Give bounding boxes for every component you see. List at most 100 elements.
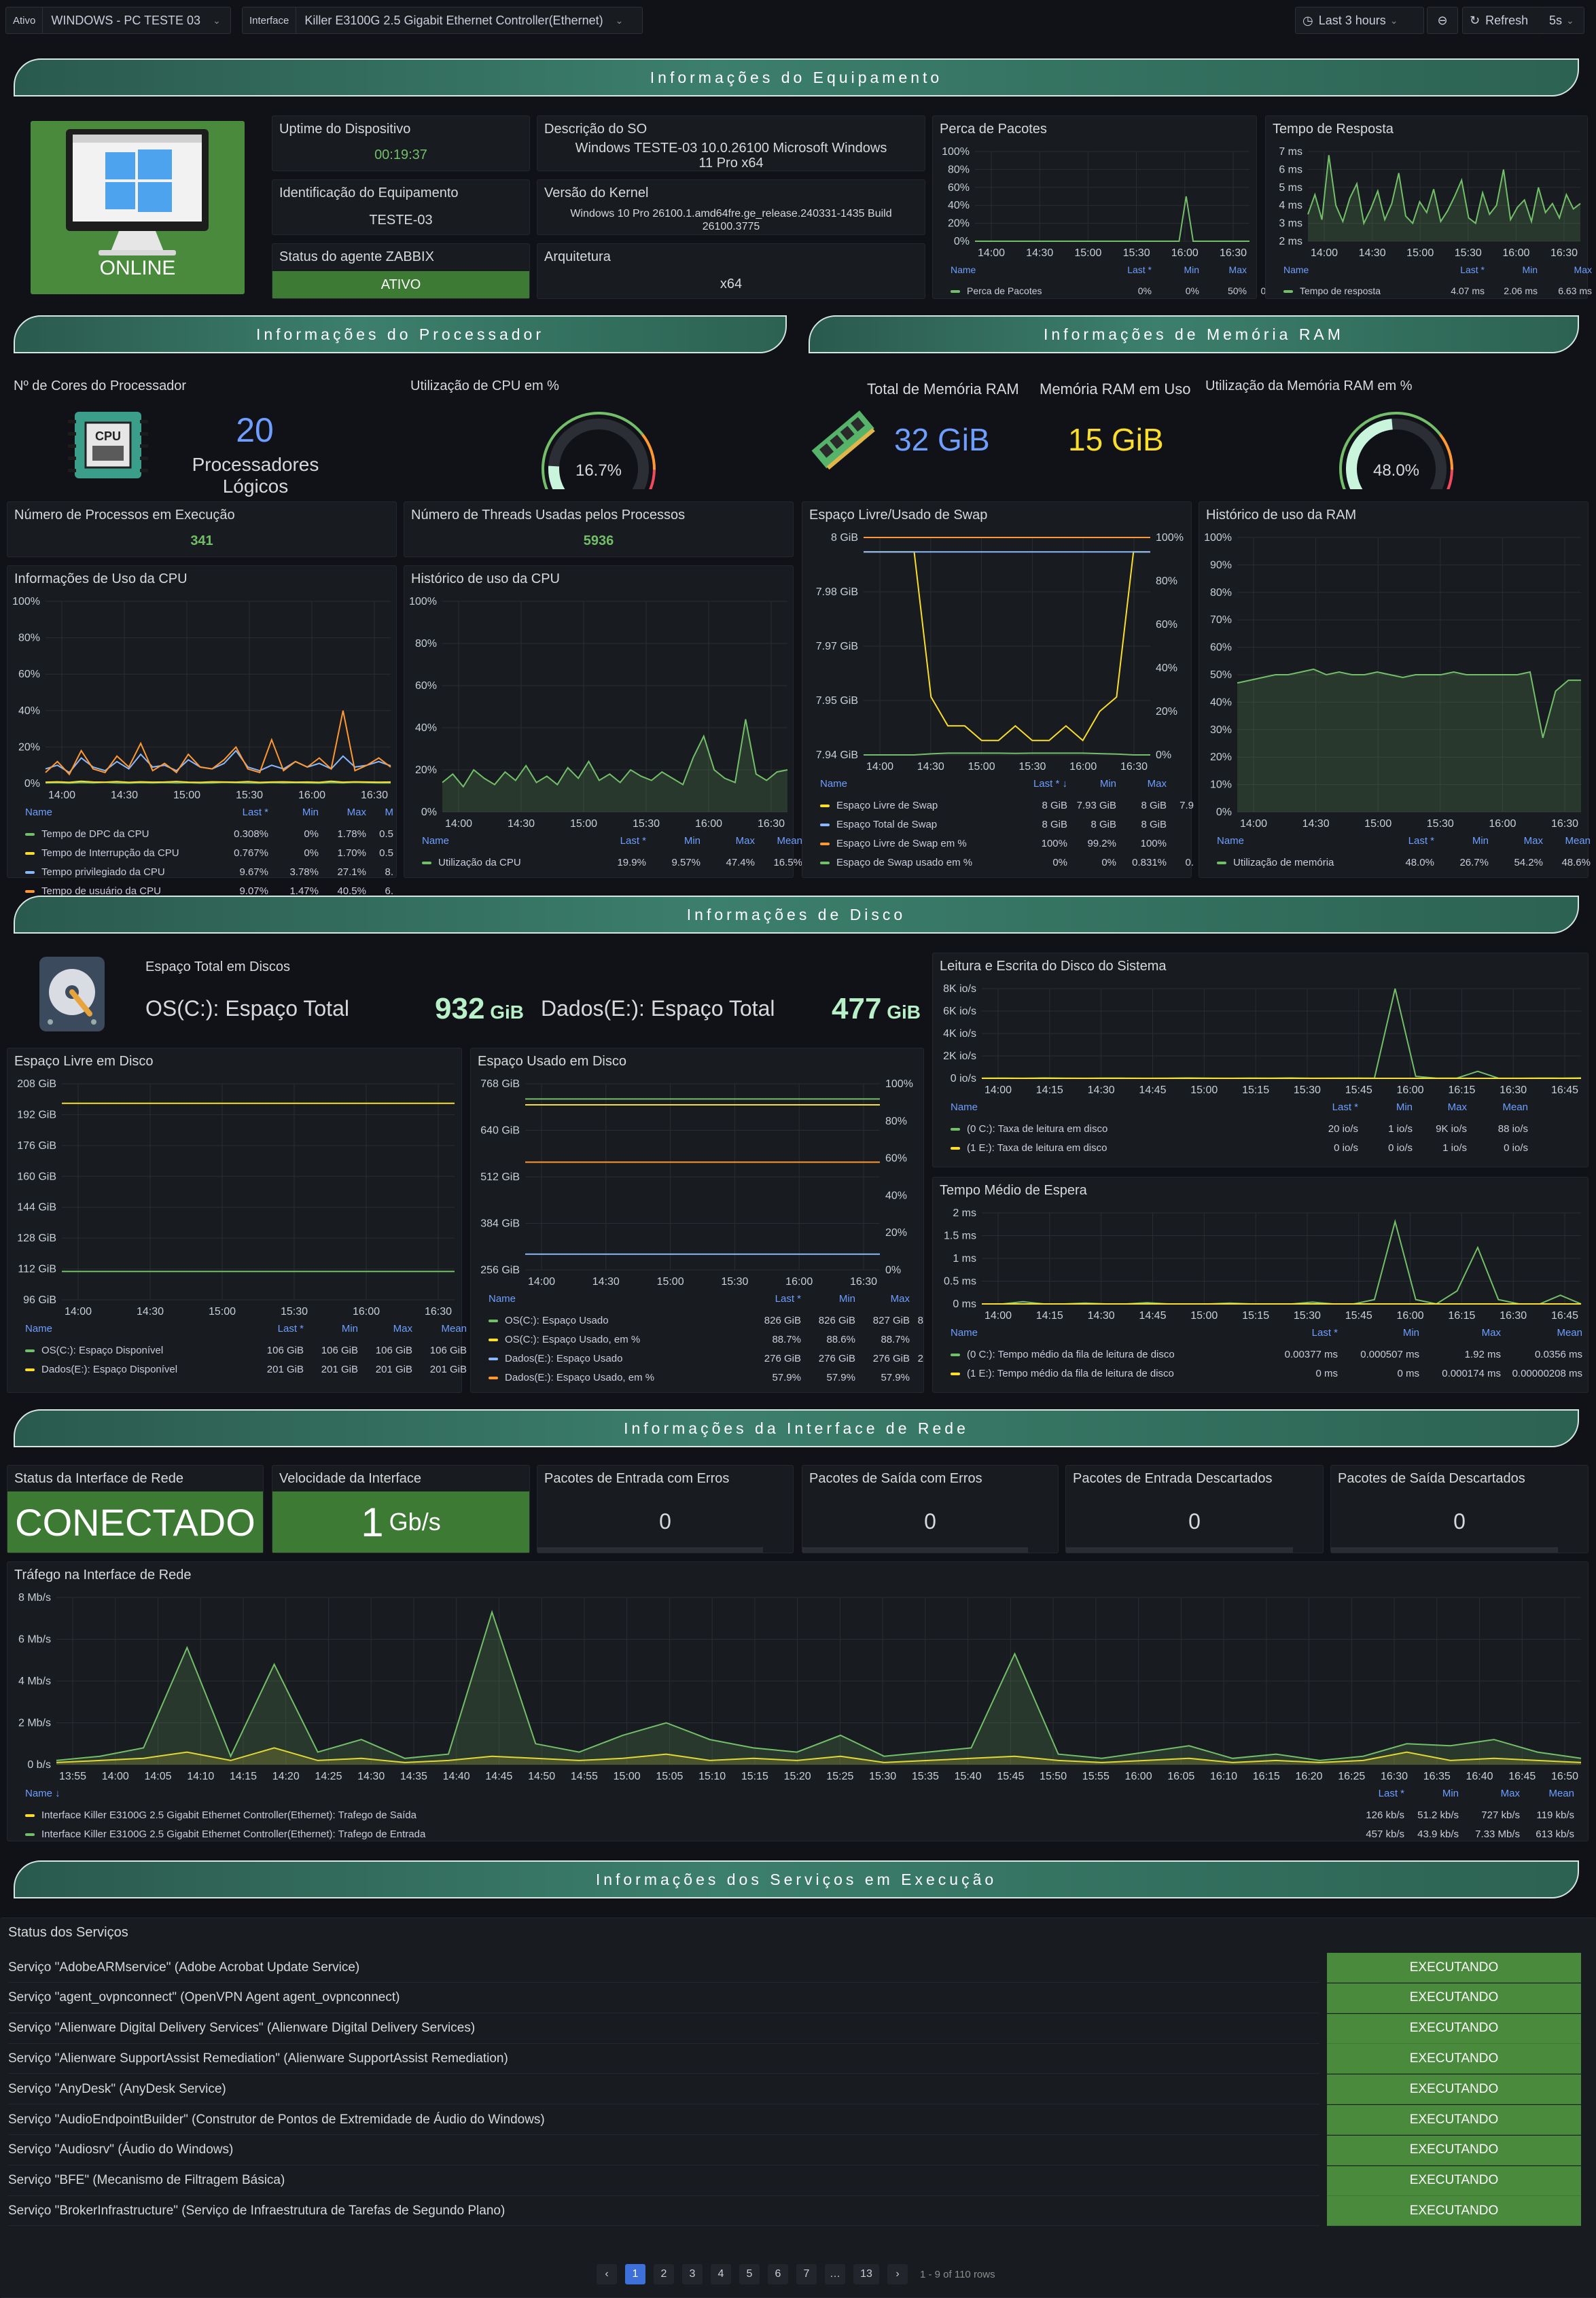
legend-header-cell[interactable]: Min: [1404, 1788, 1459, 1799]
ativo-variable[interactable]: Ativo WINDOWS - PC TESTE 03 ⌄: [5, 7, 231, 34]
service-row[interactable]: Serviço "BrokerInfrastructure" (Serviço …: [8, 2196, 1319, 2227]
legend-header-cell[interactable]: Max: [1489, 835, 1543, 847]
service-row[interactable]: Serviço "AudioEndpointBuilder" (Construt…: [8, 2105, 1319, 2135]
legend-header-cell[interactable]: Mean: [1543, 835, 1591, 847]
pagination-page-6[interactable]: 6: [768, 2264, 788, 2284]
legend-row[interactable]: Dados(E:): Espaço Usado, em % 57.9% 57.9% 5…: [489, 1372, 914, 1391]
legend-row[interactable]: Interface Killer E3100G 2.5 Gigabit Ethe…: [25, 1828, 1578, 1848]
legend-row[interactable]: Dados(E:): Espaço Disponível 201 GiB 201 G…: [25, 1364, 467, 1383]
service-row[interactable]: Serviço "Audiosrv" (Áudio do Windows): [8, 2136, 1319, 2166]
legend-header-cell[interactable]: Name: [951, 264, 1093, 275]
legend-row[interactable]: Espaço Total de Swap 8 GiB 8 GiB 8 GiB: [820, 819, 1182, 838]
legend-row[interactable]: Tempo de Interrupção da CPU 0.767% 0% 1.70%…: [25, 847, 393, 866]
pagination-page-2[interactable]: 2: [654, 2264, 674, 2284]
service-row[interactable]: Serviço "Alienware Digital Delivery Serv…: [8, 2014, 1319, 2044]
pagination-page-7[interactable]: 7: [796, 2264, 817, 2284]
legend-row[interactable]: Perca de Pacotes0%0%50%0.5: [951, 285, 1274, 304]
legend-header-cell[interactable]: Min: [1434, 835, 1489, 847]
legend-header-cell[interactable]: Last *: [1380, 835, 1434, 847]
legend-row[interactable]: Tempo privilegiado da CPU 9.67% 3.78% 27.1%…: [25, 866, 393, 885]
legend-header-cell[interactable]: Name: [25, 1323, 249, 1334]
legend-header-cell[interactable]: Last * ↓: [1010, 778, 1067, 790]
refresh-interval-select[interactable]: 5s ⌄: [1542, 7, 1584, 34]
legend-row[interactable]: Espaço de Swap usado em % 0% 0% 0.831% 0.: [820, 857, 1194, 876]
pagination-next-button[interactable]: ›: [887, 2264, 908, 2284]
refresh-button[interactable]: ↻ Refresh: [1462, 7, 1553, 34]
legend-header-cell[interactable]: M: [366, 807, 394, 818]
legend-header-cell[interactable]: Min: [1358, 1101, 1413, 1113]
legend-row[interactable]: Tempo de DPC da CPU 0.308% 0% 1.78% 0.5: [25, 828, 393, 847]
legend-header-cell[interactable]: Last *: [1350, 1788, 1404, 1799]
interface-select[interactable]: Killer E3100G 2.5 Gigabit Ethernet Contr…: [296, 14, 611, 28]
legend-header-cell[interactable]: Name: [489, 1293, 747, 1305]
legend-header-cell[interactable]: Name: [1217, 835, 1380, 847]
legend-header-cell[interactable]: Mean: [1501, 1327, 1582, 1339]
legend-header-cell[interactable]: Min: [646, 835, 701, 847]
legend-header-cell[interactable]: Last *: [592, 835, 646, 847]
legend-header-cell[interactable]: Min: [1485, 264, 1538, 275]
legend-header-cell[interactable]: Last *: [249, 1323, 304, 1334]
pagination-page-3[interactable]: 3: [682, 2264, 703, 2284]
legend-header-cell[interactable]: Last *: [1093, 264, 1152, 275]
legend-row[interactable]: OS(C:): Espaço Usado 826 GiB 826 GiB 827 Gi…: [489, 1315, 923, 1334]
legend-header-cell[interactable]: Max: [1199, 264, 1247, 275]
legend-row[interactable]: (1 E:): Tempo médio da fila de leitura d…: [951, 1368, 1582, 1387]
legend-header-cell[interactable]: Name: [951, 1101, 1290, 1113]
service-row[interactable]: Serviço "agent_ovpnconnect" (OpenVPN Age…: [8, 1983, 1319, 2013]
service-row[interactable]: Serviço "AnyDesk" (AnyDesk Service): [8, 2074, 1319, 2105]
legend-row[interactable]: OS(C:): Espaço Disponível 106 GiB 106 GiB 1…: [25, 1345, 467, 1364]
legend-header-cell[interactable]: Min: [801, 1293, 855, 1305]
legend-header-cell[interactable]: Max: [1116, 778, 1167, 790]
legend-header-cell[interactable]: Max: [1459, 1788, 1520, 1799]
legend-header-cell[interactable]: Min: [304, 1323, 358, 1334]
legend-header-cell[interactable]: Last *: [1426, 264, 1485, 275]
legend-header-cell[interactable]: Last *: [1290, 1101, 1358, 1113]
service-row[interactable]: Serviço "BFE" (Mecanismo de Filtragem Bá…: [8, 2166, 1319, 2196]
pagination-ellipsis[interactable]: …: [825, 2264, 845, 2284]
legend-row[interactable]: (0 C:): Taxa de leitura em disco 20 io/s 1…: [951, 1123, 1578, 1142]
legend-header-cell[interactable]: Max: [1538, 264, 1592, 275]
legend-header-cell[interactable]: Name: [951, 1327, 1263, 1339]
legend-row[interactable]: Utilização da CPU 19.9% 9.57% 47.4% 16.5%: [422, 857, 802, 876]
legend-header-cell[interactable]: Last *: [1263, 1327, 1338, 1339]
legend-header-cell[interactable]: Min: [1338, 1327, 1419, 1339]
legend-row[interactable]: OS(C:): Espaço Usado, em % 88.7% 88.6% 88.7…: [489, 1334, 914, 1353]
legend-header-cell[interactable]: Name: [25, 807, 215, 818]
legend-row[interactable]: Espaço Livre de Swap 8 GiB 7.93 GiB 8 GiB 7.…: [820, 800, 1194, 819]
legend-header-cell[interactable]: Name: [820, 778, 1010, 790]
service-row[interactable]: Serviço "AdobeARMservice" (Adobe Acrobat…: [8, 1953, 1319, 1983]
pagination-page-1[interactable]: 1: [625, 2264, 645, 2284]
legend-header-cell[interactable]: Name: [1283, 264, 1426, 275]
time-range-picker[interactable]: ◷ Last 3 hours ⌄: [1295, 7, 1424, 34]
legend-header-cell[interactable]: Name ↓: [25, 1788, 1350, 1799]
interface-variable[interactable]: Interface Killer E3100G 2.5 Gigabit Ethe…: [242, 7, 643, 34]
legend-row[interactable]: Tempo de resposta 4.07 ms 2.06 ms 6.63 ms: [1283, 285, 1592, 304]
legend-header-cell[interactable]: Mean: [412, 1323, 467, 1334]
zoom-out-button[interactable]: ⊖: [1427, 7, 1458, 34]
legend-header-cell[interactable]: Min: [1152, 264, 1199, 275]
ativo-select[interactable]: WINDOWS - PC TESTE 03: [43, 14, 209, 28]
legend-row[interactable]: (1 E:): Taxa de leitura em disco 0 io/s 0 …: [951, 1142, 1578, 1161]
legend-header-cell[interactable]: Min: [1067, 778, 1116, 790]
pagination-page-4[interactable]: 4: [711, 2264, 731, 2284]
legend-header-cell[interactable]: Last *: [215, 807, 268, 818]
legend-header-cell[interactable]: Max: [358, 1323, 412, 1334]
legend-row[interactable]: Interface Killer E3100G 2.5 Gigabit Ethe…: [25, 1809, 1578, 1828]
legend-header-cell[interactable]: Max: [701, 835, 755, 847]
legend-header-cell[interactable]: Mean: [755, 835, 802, 847]
pagination-page-5[interactable]: 5: [739, 2264, 760, 2284]
pagination-page-13[interactable]: 13: [853, 2264, 879, 2284]
legend-header-cell[interactable]: Max: [1413, 1101, 1467, 1113]
legend-header-cell[interactable]: Last *: [747, 1293, 801, 1305]
pagination-prev-button[interactable]: ‹: [597, 2264, 617, 2284]
legend-header-cell[interactable]: Mean: [1520, 1788, 1574, 1799]
legend-header-cell[interactable]: Max: [1419, 1327, 1501, 1339]
legend-header-cell[interactable]: Mean: [1467, 1101, 1528, 1113]
legend-row[interactable]: Utilização de memória 48.0% 26.7% 54.2% 48.6…: [1217, 857, 1591, 876]
legend-row[interactable]: (0 C:): Tempo médio da fila de leitura d…: [951, 1349, 1582, 1368]
legend-header-cell[interactable]: Min: [268, 807, 319, 818]
legend-header-cell[interactable]: Max: [855, 1293, 910, 1305]
legend-header-cell[interactable]: Max: [319, 807, 366, 818]
legend-header-cell[interactable]: Name: [422, 835, 592, 847]
legend-row[interactable]: Espaço Livre de Swap em % 100% 99.2% 100%: [820, 838, 1182, 857]
